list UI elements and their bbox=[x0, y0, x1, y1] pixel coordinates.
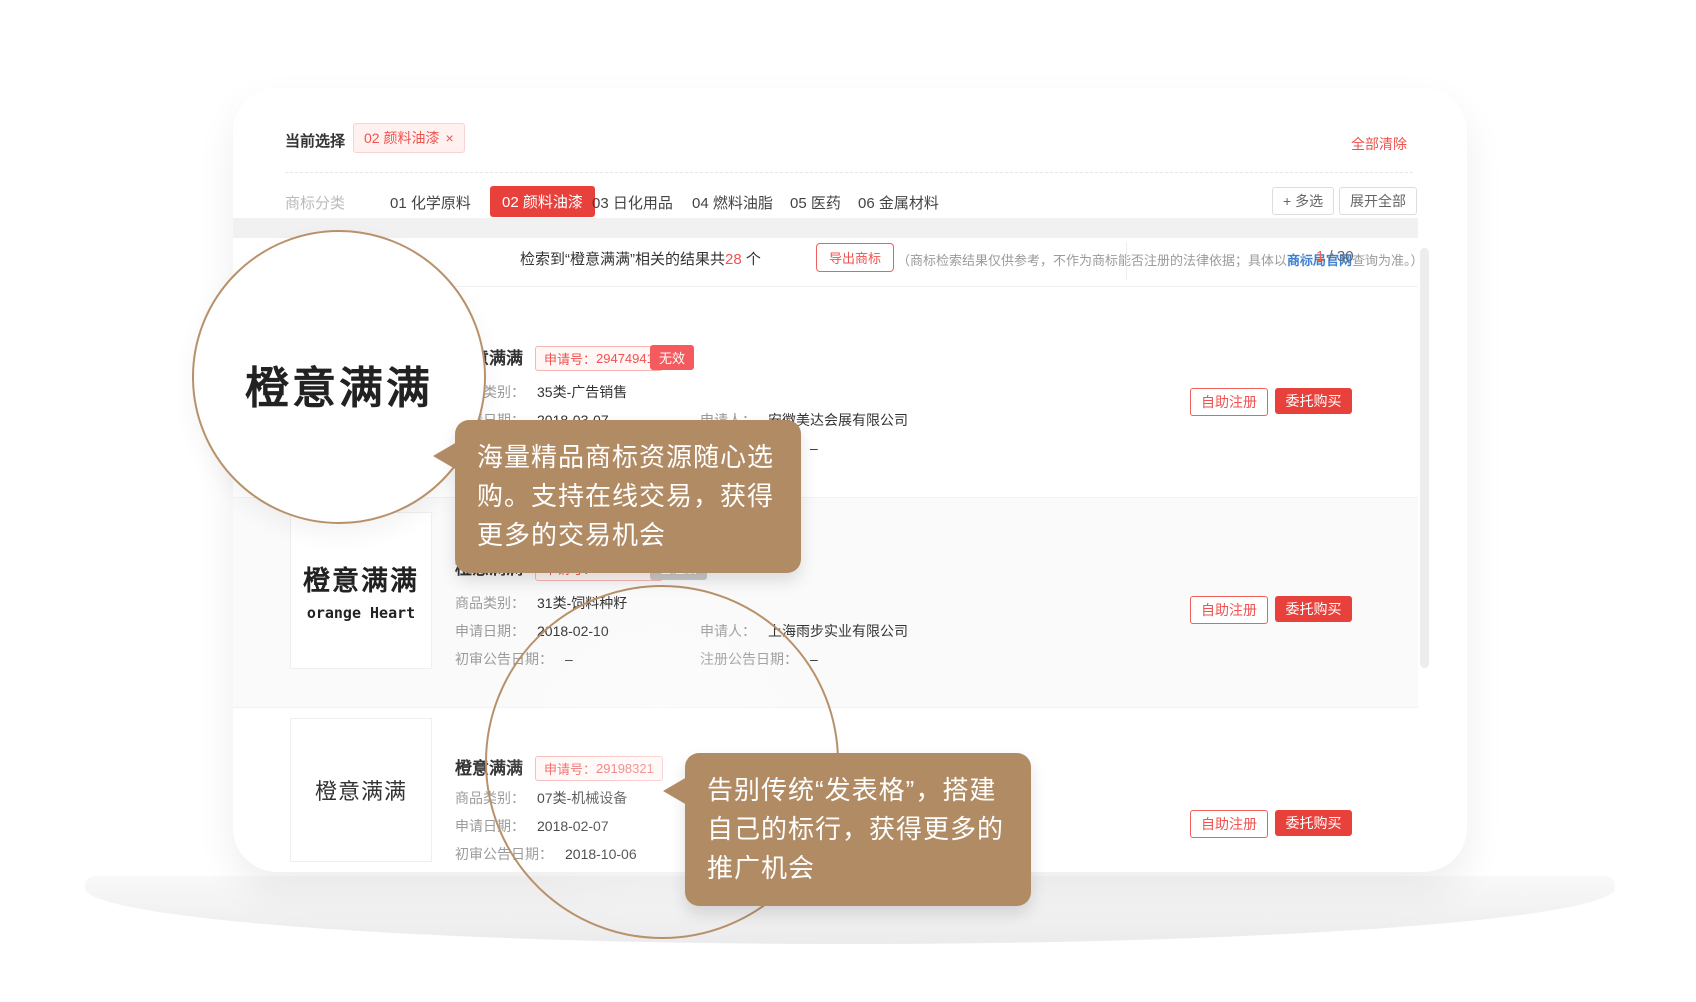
page: 当前选择 02 颜料油漆 × 全部清除 商标分类 01 化学原料 02 颜料油漆… bbox=[0, 0, 1696, 1002]
clear-all-link[interactable]: 全部清除 bbox=[1351, 134, 1407, 154]
export-trademarks-button[interactable]: 导出商标 bbox=[816, 243, 894, 272]
prev-page-icon[interactable]: ‹ bbox=[1291, 248, 1316, 265]
magnified-trademark-text: 橙意满满 bbox=[245, 352, 433, 416]
field-label: 商品类别： bbox=[455, 595, 525, 611]
current-selection-label: 当前选择 bbox=[285, 130, 345, 151]
tooltip-arrow-icon bbox=[433, 442, 457, 470]
application-no-badge-1: 申请号：29474941 bbox=[535, 346, 663, 371]
total-pages: 30 bbox=[1337, 248, 1354, 265]
category-filter-label: 商标分类 bbox=[285, 192, 345, 213]
current-page: 1 bbox=[1316, 248, 1324, 265]
tooltip-arrow-icon bbox=[663, 777, 687, 805]
self-register-button-3[interactable]: 自助注册 bbox=[1190, 810, 1268, 838]
multi-select-button[interactable]: + 多选 bbox=[1272, 187, 1334, 215]
application-no-value: 29474941 bbox=[596, 351, 654, 366]
trademark-image-text: 橙意满满 bbox=[315, 774, 407, 806]
field-value: 35类-广告销售 bbox=[537, 384, 627, 400]
application-no-label: 申请号： bbox=[544, 349, 596, 368]
trademark-image-3: 橙意满满 bbox=[290, 718, 432, 862]
trademark-image-text: 橙意满满 bbox=[303, 559, 419, 598]
magnifier-circle: 橙意满满 bbox=[192, 230, 486, 524]
category-item-01[interactable]: 01 化学原料 bbox=[390, 192, 471, 213]
tooltip-line: 自己的标行，获得更多的 bbox=[707, 810, 1009, 849]
entrust-buy-button-3[interactable]: 委托购买 bbox=[1275, 810, 1352, 836]
tooltip-line: 推广机会 bbox=[707, 849, 1009, 888]
category-item-05[interactable]: 05 医药 bbox=[790, 192, 841, 213]
remove-filter-icon[interactable]: × bbox=[445, 130, 453, 146]
tooltip-line: 购。支持在线交易，获得 bbox=[477, 477, 779, 516]
page-separator: / bbox=[1329, 248, 1333, 265]
current-filter-tag-text: 02 颜料油漆 bbox=[364, 128, 439, 148]
pagination: ‹1 / 30› bbox=[1291, 248, 1379, 265]
entrust-buy-button-1[interactable]: 委托购买 bbox=[1275, 388, 1352, 414]
field-value: – bbox=[810, 651, 818, 667]
current-filter-tag[interactable]: 02 颜料油漆 × bbox=[353, 123, 465, 153]
category-item-03[interactable]: 03 日化用品 bbox=[592, 192, 673, 213]
results-summary-unit: 个 bbox=[746, 251, 761, 268]
tooltip-marketplace: 海量精品商标资源随心选 购。支持在线交易，获得 更多的交易机会 bbox=[455, 420, 801, 573]
expand-all-button[interactable]: 展开全部 bbox=[1339, 187, 1417, 215]
tooltip-line: 海量精品商标资源随心选 bbox=[477, 438, 779, 477]
self-register-button-1[interactable]: 自助注册 bbox=[1190, 388, 1268, 416]
tooltip-line: 更多的交易机会 bbox=[477, 516, 779, 555]
divider bbox=[285, 172, 1413, 173]
category-item-06[interactable]: 06 金属材料 bbox=[858, 192, 939, 213]
divider bbox=[1126, 242, 1127, 280]
results-summary: 检索到“橙意满满”相关的结果共28 个 bbox=[520, 248, 761, 269]
scrollbar-thumb[interactable] bbox=[1420, 248, 1429, 668]
self-register-button-2[interactable]: 自助注册 bbox=[1190, 596, 1268, 624]
section-gap bbox=[233, 218, 1418, 238]
next-page-icon[interactable]: › bbox=[1354, 248, 1379, 265]
field-value: – bbox=[810, 440, 818, 456]
trademark-image-subtext: orange Heart bbox=[307, 604, 415, 622]
results-summary-text: 检索到“橙意满满”相关的结果共 bbox=[520, 251, 725, 268]
entrust-buy-button-2[interactable]: 委托购买 bbox=[1275, 596, 1352, 622]
tooltip-promotion: 告别传统“发表格”，搭建 自己的标行，获得更多的 推广机会 bbox=[685, 753, 1031, 906]
field-value: 上海雨步实业有限公司 bbox=[768, 623, 908, 639]
disclaimer-prefix: （商标检索结果仅供参考，不作为商标能否注册的法律依据；具体以 bbox=[897, 253, 1287, 268]
trademark-image-2: 橙意满满 orange Heart bbox=[290, 512, 432, 669]
results-count: 28 bbox=[725, 251, 742, 268]
status-badge-1: 无效 bbox=[650, 345, 694, 370]
tooltip-line: 告别传统“发表格”，搭建 bbox=[707, 771, 1009, 810]
category-item-04[interactable]: 04 燃料油脂 bbox=[692, 192, 773, 213]
category-item-02-selected[interactable]: 02 颜料油漆 bbox=[490, 186, 595, 217]
field-label: 申请日期： bbox=[455, 623, 525, 639]
